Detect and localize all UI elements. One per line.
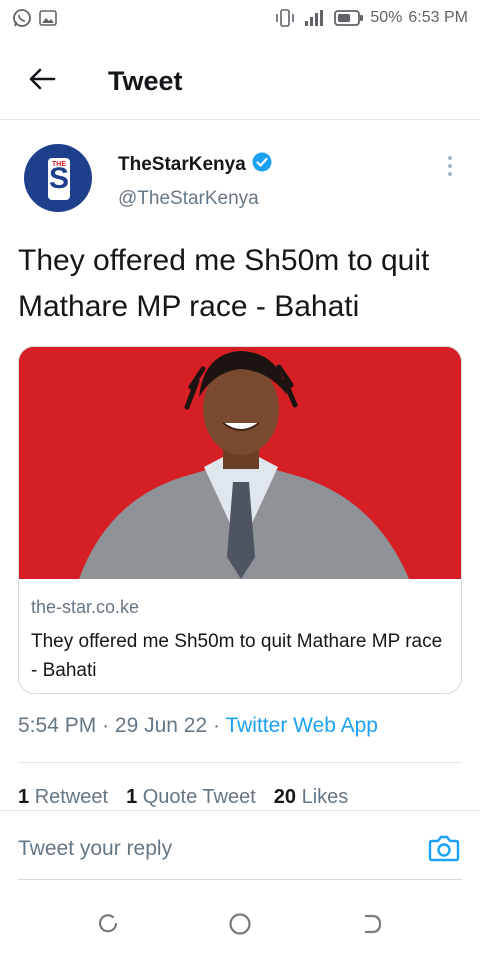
avatar-small-text: THE <box>52 161 66 168</box>
tweet-source-app[interactable]: Twitter Web App <box>225 714 378 737</box>
tweet-time: 5:54 PM <box>18 714 97 737</box>
camera-icon <box>428 835 460 867</box>
image-icon <box>38 8 58 28</box>
author-handle[interactable]: @TheStarKenya <box>118 188 259 210</box>
reply-bar: Tweet your reply <box>0 810 480 882</box>
meta-separator: · <box>213 714 220 737</box>
tweet-date: 29 Jun 22 <box>114 714 208 737</box>
tweet-meta: 5:54 PM · 29 Jun 22 · Twitter Web App <box>18 714 378 738</box>
status-bar: 50% 6:53 PM <box>0 0 480 36</box>
likes-label: Likes <box>301 786 349 808</box>
battery-percent: 50% <box>370 9 403 26</box>
card-domain: the-star.co.ke <box>31 597 140 617</box>
more-vertical-icon <box>442 156 458 182</box>
verified-badge-icon <box>252 152 272 178</box>
recents-icon <box>94 914 122 942</box>
back-button[interactable] <box>12 52 72 112</box>
more-options-button[interactable] <box>442 154 458 178</box>
retweets-label: Retweet <box>34 786 109 808</box>
quote-tweets-stat[interactable]: 1 Quote Tweet <box>126 786 256 809</box>
home-circle-icon <box>226 913 254 942</box>
avatar[interactable]: S THE <box>24 144 92 212</box>
signal-icon <box>302 8 328 28</box>
retweets-count: 1 <box>18 786 30 808</box>
meta-separator: · <box>102 714 110 737</box>
likes-stat[interactable]: 20 Likes <box>274 786 349 809</box>
arrow-left-icon <box>28 67 56 96</box>
home-button[interactable] <box>226 910 254 938</box>
back-nav-button[interactable] <box>358 910 386 938</box>
vibrate-icon <box>274 8 296 28</box>
whatsapp-icon <box>12 8 32 28</box>
retweets-stat[interactable]: 1 Retweet <box>18 786 108 809</box>
page-title: Tweet <box>108 66 183 96</box>
back-nav-icon <box>358 914 386 942</box>
author-name-text: TheStarKenya <box>118 154 246 175</box>
camera-button[interactable] <box>428 833 460 863</box>
recent-apps-button[interactable] <box>94 910 122 938</box>
quotes-label: Quote Tweet <box>142 786 256 808</box>
likes-count: 20 <box>273 786 297 808</box>
reply-underline <box>18 879 462 880</box>
card-image <box>19 347 461 579</box>
top-app-bar: Tweet <box>0 44 480 120</box>
card-title: They offered me Sh50m to quit Mathare MP… <box>31 631 443 681</box>
quotes-count: 1 <box>126 786 138 808</box>
tweet-text: They offered me Sh50m to quit Mathare MP… <box>18 244 430 323</box>
divider <box>18 762 462 763</box>
link-card[interactable]: the-star.co.ke They offered me Sh50m to … <box>18 346 462 694</box>
clock: 6:53 PM <box>408 9 468 26</box>
author-name[interactable]: TheStarKenya <box>118 152 272 178</box>
system-nav-bar <box>0 900 480 950</box>
tweet-author: S THE TheStarKenya @TheStarKenya <box>24 144 464 216</box>
battery-icon <box>334 9 364 27</box>
tweet-stats: 1 Retweet 1 Quote Tweet 20 Likes <box>18 786 348 809</box>
reply-input[interactable]: Tweet your reply <box>18 837 172 861</box>
